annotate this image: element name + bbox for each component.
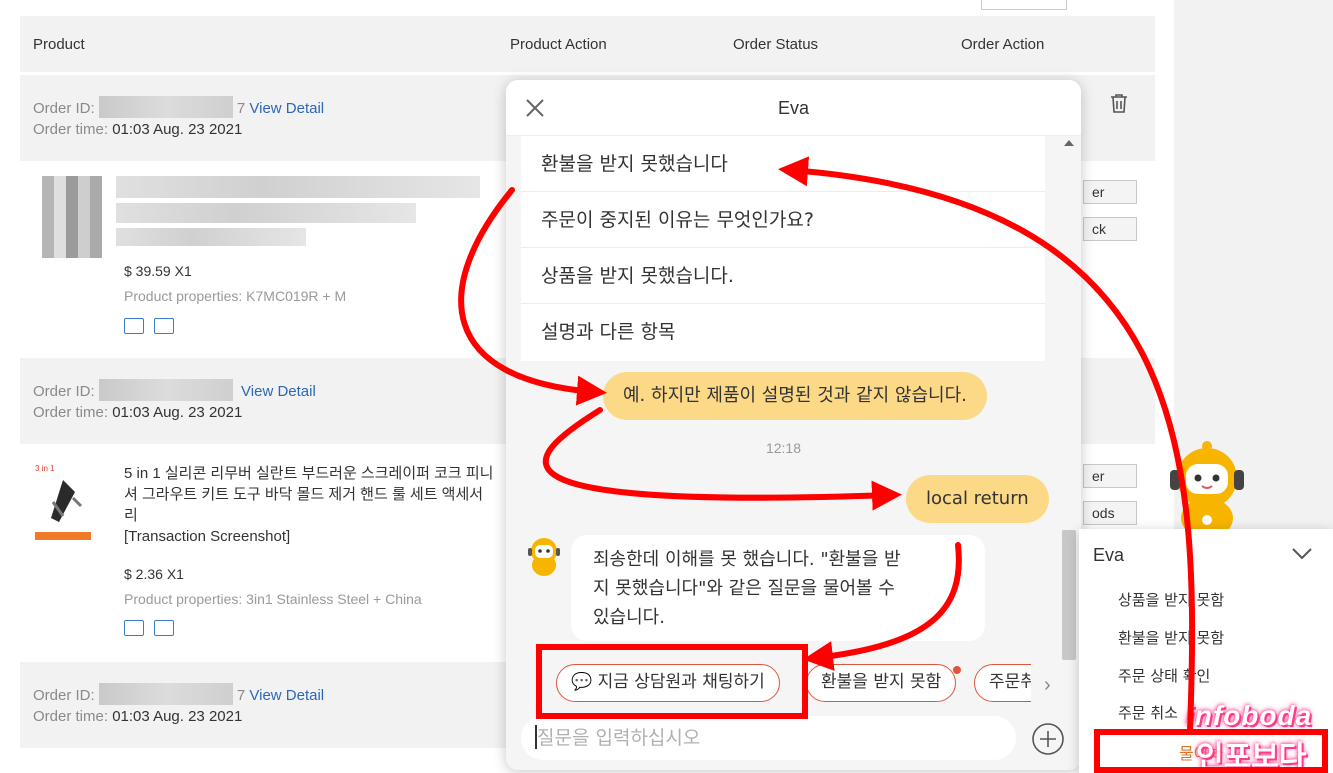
chat-title: Eva <box>777 98 810 118</box>
suggestion-chips: 💬 지금 상담원과 채팅하기 환불을 받지 못함 주문취소 <box>556 664 1031 702</box>
product-image-blurred[interactable] <box>42 176 102 258</box>
product-icons <box>124 318 174 334</box>
product-title-blurred <box>116 176 480 198</box>
popup-menu-item[interactable]: 주문 취소 <box>1118 702 1178 723</box>
shipping-icon[interactable] <box>124 620 144 636</box>
watermark-logo: infoboda <box>1186 700 1313 731</box>
svg-text:3 in 1: 3 in 1 <box>35 464 55 473</box>
product-price: $ 2.36 X1 <box>124 566 184 582</box>
header-order-action: Order Action <box>961 36 1045 53</box>
cancel-order-chip[interactable]: 주문취소 <box>974 664 1031 702</box>
user-message: local return <box>906 475 1049 523</box>
scroll-up-arrow-icon[interactable] <box>1064 140 1074 146</box>
view-detail-link[interactable]: View Detail <box>249 100 324 117</box>
popup-menu-item[interactable]: 주문 상태 확인 <box>1118 665 1210 686</box>
order-action-button[interactable]: er <box>1083 180 1137 204</box>
message-timestamp: 12:18 <box>765 440 802 456</box>
product-title-blurred <box>116 228 306 246</box>
order-action-button[interactable]: ck <box>1083 217 1137 241</box>
order-time: Order time: 01:03 Aug. 23 2021 <box>33 708 243 725</box>
chat-input[interactable] <box>521 716 1016 760</box>
redacted-order-id <box>98 96 233 118</box>
add-attachment-icon[interactable] <box>1031 722 1065 756</box>
order-id: Order ID: 7 View Detail <box>33 683 324 705</box>
redacted-order-id <box>98 683 233 705</box>
order-time: Order time: 01:03 Aug. 23 2021 <box>33 404 243 421</box>
header-product-action: Product Action <box>510 36 607 53</box>
view-detail-link[interactable]: View Detail <box>249 687 324 704</box>
quick-question-list: 환불을 받지 못했습니다 주문이 중지된 이유는 무엇인가요? 상품을 받지 못… <box>521 136 1045 361</box>
chat-with-agent-chip[interactable]: 💬 지금 상담원과 채팅하기 <box>556 664 780 702</box>
chat-window: Eva 환불을 받지 못했습니다 주문이 중지된 이유는 무엇인가요? 상품을 … <box>506 80 1081 770</box>
header-product: Product <box>33 36 85 53</box>
scraper-product-image[interactable]: 3 in 1 <box>33 462 93 544</box>
scrollbar-thumb[interactable] <box>1062 530 1076 660</box>
text-caret <box>535 725 537 749</box>
user-message: 예. 하지만 제품이 설명된 것과 같지 않습니다. <box>603 372 987 420</box>
order-time: Order time: 01:03 Aug. 23 2021 <box>33 121 243 138</box>
product-icons <box>124 620 174 636</box>
order-id: Order ID: View Detail <box>33 379 316 401</box>
order-action-button[interactable]: ods <box>1083 501 1137 525</box>
popup-title: Eva <box>1093 545 1125 565</box>
product-title-blurred <box>116 203 416 223</box>
product-title[interactable]: 5 in 1 실리콘 리무버 실란트 부드러운 스크레이퍼 코크 피니셔 그라우… <box>124 463 494 526</box>
chat-header: Eva <box>506 80 1081 136</box>
popup-menu-item[interactable]: 환불을 받지 못함 <box>1118 627 1224 648</box>
quick-question-item[interactable]: 설명과 다른 항목 <box>521 304 1045 360</box>
product-price: $ 39.59 X1 <box>124 263 192 279</box>
return-icon[interactable] <box>154 620 174 636</box>
redacted-order-id <box>98 379 233 401</box>
quick-question-item[interactable]: 환불을 받지 못했습니다 <box>521 136 1045 192</box>
chevron-right-icon[interactable]: › <box>1044 674 1051 697</box>
chevron-down-icon[interactable] <box>1291 547 1313 561</box>
popup-menu-item[interactable]: 상품을 받지 못함 <box>1118 589 1224 610</box>
order-id: Order ID: 7 View Detail <box>33 96 324 118</box>
assistant-robot-icon[interactable] <box>1166 440 1248 532</box>
return-icon[interactable] <box>154 318 174 334</box>
quick-question-item[interactable]: 상품을 받지 못했습니다. <box>521 248 1045 304</box>
order-action-button[interactable]: er <box>1083 464 1137 488</box>
shipping-icon[interactable] <box>124 318 144 334</box>
quick-question-item[interactable]: 주문이 중지된 이유는 무엇인가요? <box>521 192 1045 248</box>
watermark-logo: 인포보다 <box>1196 740 1307 773</box>
transaction-screenshot-label: [Transaction Screenshot] <box>124 528 291 545</box>
table-header: Product Product Action Order Status Orde… <box>20 16 1155 72</box>
product-properties: Product properties: K7MC019R + M <box>124 288 347 304</box>
view-detail-link[interactable]: View Detail <box>241 383 316 400</box>
bot-message: 죄송한데 이해를 못 했습니다. "환불을 받 지 못했습니다"와 같은 질문을… <box>571 535 985 641</box>
product-properties: Product properties: 3in1 Stainless Steel… <box>124 591 422 607</box>
notification-dot <box>953 666 961 674</box>
refund-not-received-chip[interactable]: 환불을 받지 못함 <box>806 664 957 702</box>
trash-icon[interactable] <box>1110 93 1128 113</box>
bot-avatar-icon <box>528 538 560 576</box>
pagination-box[interactable] <box>981 0 1067 10</box>
header-order-status: Order Status <box>733 36 819 53</box>
